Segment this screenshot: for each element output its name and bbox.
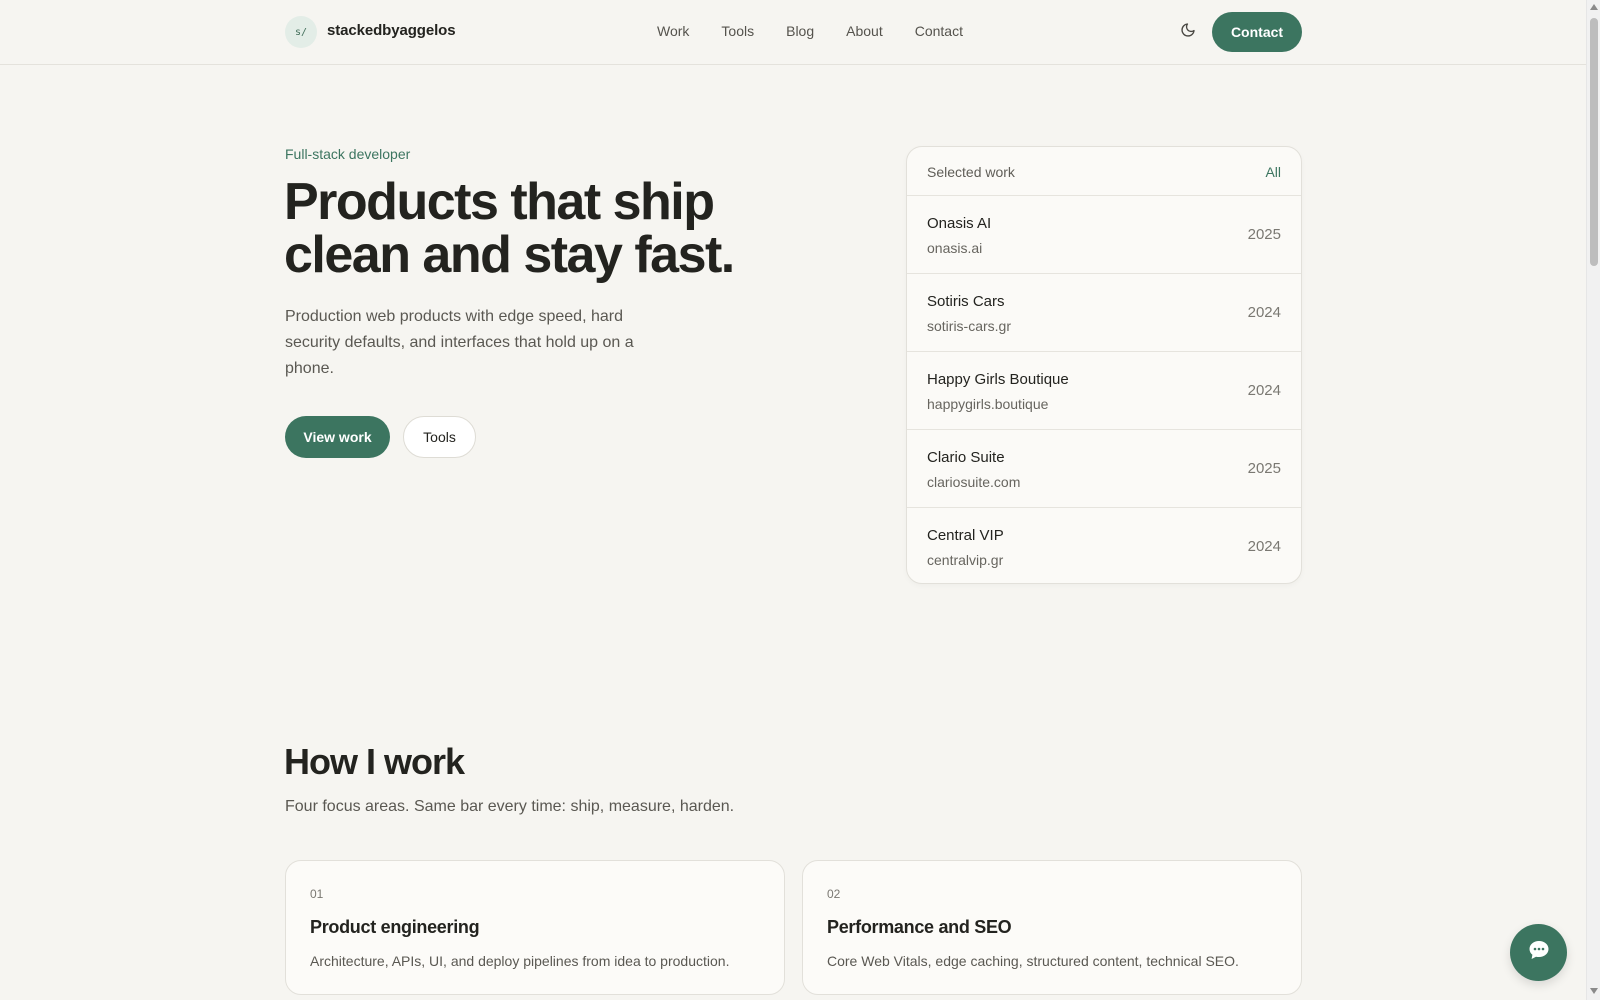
brand-name[interactable]: stackedbyaggelos bbox=[327, 22, 456, 39]
nav-contact[interactable]: Contact bbox=[915, 23, 963, 39]
work-item-year: 2024 bbox=[1247, 538, 1281, 555]
nav-work[interactable]: Work bbox=[657, 23, 689, 39]
focus-card-title: Product engineering bbox=[310, 917, 480, 937]
work-item[interactable]: Clario Suite clariosuite.com 2025 bbox=[907, 430, 1301, 508]
work-item-domain: clariosuite.com bbox=[927, 474, 1021, 490]
all-work-link[interactable]: All bbox=[1265, 164, 1281, 180]
main-nav: Work Tools Blog About Contact bbox=[657, 23, 995, 39]
logo-badge[interactable]: s/ bbox=[285, 16, 317, 48]
page-scrollbar[interactable] bbox=[1586, 0, 1600, 1000]
hero-eyebrow: Full-stack developer bbox=[285, 146, 411, 162]
work-item[interactable]: Central VIP centralvip.gr 2024 bbox=[907, 508, 1301, 583]
focus-card: 02 Performance and SEO Core Web Vitals, … bbox=[802, 860, 1302, 995]
scroll-thumb[interactable] bbox=[1590, 18, 1598, 266]
focus-card-description: Core Web Vitals, edge caching, structure… bbox=[827, 953, 1239, 969]
work-item-year: 2025 bbox=[1247, 226, 1281, 243]
work-item[interactable]: Happy Girls Boutique happygirls.boutique… bbox=[907, 352, 1301, 430]
nav-about[interactable]: About bbox=[846, 23, 883, 39]
contact-button[interactable]: Contact bbox=[1212, 12, 1302, 52]
work-item-domain: sotiris-cars.gr bbox=[927, 318, 1012, 334]
site-header: s/ stackedbyaggelos Work Tools Blog Abou… bbox=[0, 0, 1586, 65]
focus-card-number: 01 bbox=[310, 887, 324, 901]
selected-work-header: Selected work All bbox=[907, 147, 1301, 196]
work-item-name: Central VIP bbox=[927, 527, 1004, 544]
how-i-work-title: How I work bbox=[284, 741, 465, 782]
focus-card: 01 Product engineering Architecture, API… bbox=[285, 860, 785, 995]
work-item-year: 2024 bbox=[1247, 304, 1281, 321]
focus-card-title: Performance and SEO bbox=[827, 917, 1012, 937]
work-item[interactable]: Sotiris Cars sotiris-cars.gr 2024 bbox=[907, 274, 1301, 352]
chat-button[interactable] bbox=[1510, 924, 1567, 981]
work-item-name: Onasis AI bbox=[927, 215, 992, 232]
selected-work-card: Selected work All Onasis AI onasis.ai 20… bbox=[906, 146, 1302, 584]
work-item-name: Clario Suite bbox=[927, 449, 1005, 466]
nav-blog[interactable]: Blog bbox=[786, 23, 814, 39]
work-item-year: 2025 bbox=[1247, 460, 1281, 477]
selected-work-title: Selected work bbox=[927, 164, 1015, 180]
work-item-name: Sotiris Cars bbox=[927, 293, 1005, 310]
theme-toggle-button[interactable] bbox=[1177, 21, 1199, 43]
work-item-domain: onasis.ai bbox=[927, 240, 983, 256]
work-item-year: 2024 bbox=[1247, 382, 1281, 399]
scroll-down-arrow-icon[interactable] bbox=[1590, 988, 1598, 994]
how-i-work-subtitle: Four focus areas. Same bar every time: s… bbox=[285, 798, 735, 815]
tools-button[interactable]: Tools bbox=[403, 416, 476, 458]
chat-bubble-icon bbox=[1527, 938, 1551, 967]
focus-card-number: 02 bbox=[827, 887, 841, 901]
view-work-button[interactable]: View work bbox=[285, 416, 390, 458]
work-item-domain: centralvip.gr bbox=[927, 552, 1004, 568]
scroll-up-arrow-icon[interactable] bbox=[1590, 4, 1598, 10]
work-item[interactable]: Onasis AI onasis.ai 2025 bbox=[907, 196, 1301, 274]
hero-title: Products that ship clean and stay fast. bbox=[284, 173, 735, 284]
focus-card-description: Architecture, APIs, UI, and deploy pipel… bbox=[310, 953, 730, 969]
work-item-domain: happygirls.boutique bbox=[927, 396, 1049, 412]
nav-tools[interactable]: Tools bbox=[721, 23, 754, 39]
work-item-name: Happy Girls Boutique bbox=[927, 371, 1069, 388]
moon-icon bbox=[1180, 22, 1196, 43]
hero-subtitle: Production web products with edge speed,… bbox=[285, 308, 634, 377]
